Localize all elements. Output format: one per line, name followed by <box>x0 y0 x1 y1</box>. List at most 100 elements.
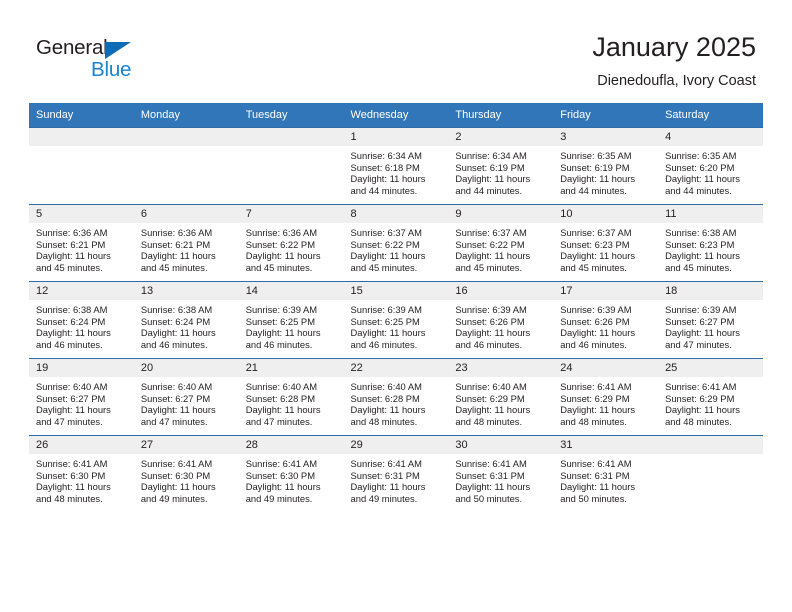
calendar-day-cell[interactable]: 6 Sunrise: 6:36 AM Sunset: 6:21 PM Daylight… <box>133 204 239 282</box>
calendar-day-cell[interactable]: 23 Sunrise: 6:40 AM Sunset: 6:29 PM Dayligh… <box>448 358 554 436</box>
day-cell-content: 20 Sunrise: 6:40 AM Sunset: 6:27 PM Dayligh… <box>133 359 239 435</box>
calendar-day-cell[interactable]: 26 Sunrise: 6:41 AM Sunset: 6:30 PM Dayligh… <box>29 435 134 512</box>
day-cell-content: 18 Sunrise: 6:39 AM Sunset: 6:27 PM Dayligh… <box>658 282 763 358</box>
calendar-day-cell <box>133 127 239 205</box>
calendar-day-cell[interactable]: 11 Sunrise: 6:38 AM Sunset: 6:23 PM Dayligh… <box>658 204 763 282</box>
calendar-day-cell <box>29 127 134 205</box>
daylight-duration-line2: and 46 minutes. <box>560 338 627 350</box>
calendar-day-cell[interactable]: 20 Sunrise: 6:40 AM Sunset: 6:27 PM Dayligh… <box>133 358 239 436</box>
calendar-day-cell[interactable]: 22 Sunrise: 6:40 AM Sunset: 6:28 PM Dayligh… <box>343 358 449 436</box>
sunrise-time: Sunrise: 6:41 AM <box>350 458 422 469</box>
daylight-duration-line2: and 44 minutes. <box>455 184 523 196</box>
daylight-duration-line2: and 48 minutes. <box>36 492 103 504</box>
day-cell-content: 12 Sunrise: 6:38 AM Sunset: 6:24 PM Dayligh… <box>29 282 134 358</box>
calendar-day-cell[interactable]: 18 Sunrise: 6:39 AM Sunset: 6:27 PM Dayligh… <box>658 281 763 359</box>
daylight-duration-line1: Daylight: 11 hours <box>350 327 426 339</box>
calendar-day-cell[interactable]: 3 Sunrise: 6:35 AM Sunset: 6:19 PM Daylight… <box>553 127 659 205</box>
sunrise-time: Sunrise: 6:36 AM <box>245 227 318 238</box>
calendar-day-cell[interactable]: 24 Sunrise: 6:41 AM Sunset: 6:29 PM Dayligh… <box>553 358 659 436</box>
daylight-duration-line1: Daylight: 11 hours <box>36 481 111 493</box>
day-sun-info: Sunrise: 6:41 AM Sunset: 6:30 PM Daylight:… <box>134 454 239 504</box>
daylight-duration-line1: Daylight: 11 hours <box>350 173 426 185</box>
sunset-time: Sunset: 6:23 PM <box>560 238 630 250</box>
day-number: 9 <box>448 205 554 223</box>
sunset-time: Sunset: 6:18 PM <box>350 161 420 173</box>
daylight-duration-line2: and 46 minutes. <box>140 338 208 350</box>
sunrise-time: Sunrise: 6:34 AM <box>455 150 527 161</box>
day-number: 26 <box>29 436 134 454</box>
calendar-day-cell[interactable]: 10 Sunrise: 6:37 AM Sunset: 6:23 PM Dayligh… <box>553 204 659 282</box>
daylight-duration-line1: Daylight: 11 hours <box>350 404 426 416</box>
calendar-day-cell[interactable]: 13 Sunrise: 6:38 AM Sunset: 6:24 PM Dayligh… <box>133 281 239 359</box>
sunrise-time: Sunrise: 6:39 AM <box>350 304 422 315</box>
daylight-duration-line2: and 45 minutes. <box>560 261 627 273</box>
calendar-day-cell[interactable]: 7 Sunrise: 6:36 AM Sunset: 6:22 PM Daylight… <box>238 204 344 282</box>
calendar-week-row: 5 Sunrise: 6:36 AM Sunset: 6:21 PM Daylight… <box>29 204 763 282</box>
calendar-day-cell[interactable]: 29 Sunrise: 6:41 AM Sunset: 6:31 PM Dayligh… <box>343 435 449 512</box>
day-sun-info: Sunrise: 6:37 AM Sunset: 6:23 PM Daylight:… <box>553 223 658 273</box>
sunrise-time: Sunrise: 6:41 AM <box>36 458 108 469</box>
calendar-day-cell[interactable]: 8 Sunrise: 6:37 AM Sunset: 6:22 PM Daylight… <box>343 204 449 282</box>
calendar-day-cell[interactable]: 30 Sunrise: 6:41 AM Sunset: 6:31 PM Dayligh… <box>448 435 554 512</box>
day-cell-content: 10 Sunrise: 6:37 AM Sunset: 6:23 PM Dayligh… <box>553 205 659 281</box>
daylight-duration-line2: and 47 minutes. <box>140 415 208 427</box>
day-sun-info: Sunrise: 6:36 AM Sunset: 6:22 PM Daylight:… <box>239 223 344 273</box>
day-sun-info: Sunrise: 6:36 AM Sunset: 6:21 PM Daylight:… <box>29 223 134 273</box>
calendar-day-cell[interactable]: 9 Sunrise: 6:37 AM Sunset: 6:22 PM Daylight… <box>448 204 554 282</box>
day-number: 29 <box>343 436 449 454</box>
day-cell-content: 6 Sunrise: 6:36 AM Sunset: 6:21 PM Daylight… <box>133 205 239 281</box>
daylight-duration-line2: and 46 minutes. <box>245 338 313 350</box>
day-cell-content: 25 Sunrise: 6:41 AM Sunset: 6:29 PM Dayligh… <box>658 359 763 435</box>
calendar-day-cell[interactable]: 17 Sunrise: 6:39 AM Sunset: 6:26 PM Dayligh… <box>553 281 659 359</box>
sunset-time: Sunset: 6:31 PM <box>350 469 420 481</box>
day-number: 27 <box>133 436 239 454</box>
calendar-day-cell[interactable]: 31 Sunrise: 6:41 AM Sunset: 6:31 PM Dayligh… <box>553 435 659 512</box>
daylight-duration-line1: Daylight: 11 hours <box>350 481 426 493</box>
calendar-day-cell[interactable]: 28 Sunrise: 6:41 AM Sunset: 6:30 PM Dayligh… <box>238 435 344 512</box>
title-block: January 2025 Dienedoufla, Ivory Coast <box>592 30 756 92</box>
day-cell-content: 22 Sunrise: 6:40 AM Sunset: 6:28 PM Dayligh… <box>343 359 449 435</box>
day-number: 19 <box>29 359 134 377</box>
sunrise-time: Sunrise: 6:35 AM <box>665 150 737 161</box>
calendar-day-cell[interactable]: 2 Sunrise: 6:34 AM Sunset: 6:19 PM Daylight… <box>448 127 554 205</box>
calendar-week-row: 19 Sunrise: 6:40 AM Sunset: 6:27 PM Dayligh… <box>29 358 763 436</box>
calendar-day-cell[interactable]: 12 Sunrise: 6:38 AM Sunset: 6:24 PM Dayligh… <box>29 281 134 359</box>
calendar-day-cell[interactable]: 27 Sunrise: 6:41 AM Sunset: 6:30 PM Dayligh… <box>133 435 239 512</box>
daylight-duration-line1: Daylight: 11 hours <box>36 327 111 339</box>
calendar-day-cell[interactable]: 15 Sunrise: 6:39 AM Sunset: 6:25 PM Dayligh… <box>343 281 449 359</box>
calendar-day-cell[interactable]: 5 Sunrise: 6:36 AM Sunset: 6:21 PM Daylight… <box>29 204 134 282</box>
calendar-day-cell[interactable]: 21 Sunrise: 6:40 AM Sunset: 6:28 PM Dayligh… <box>238 358 344 436</box>
day-cell-content: 17 Sunrise: 6:39 AM Sunset: 6:26 PM Dayligh… <box>553 282 659 358</box>
calendar-day-cell <box>238 127 344 205</box>
sunrise-time: Sunrise: 6:39 AM <box>455 304 527 315</box>
day-number: 18 <box>658 282 763 300</box>
calendar-day-cell[interactable]: 14 Sunrise: 6:39 AM Sunset: 6:25 PM Dayligh… <box>238 281 344 359</box>
sunrise-time: Sunrise: 6:34 AM <box>350 150 422 161</box>
sunrise-time: Sunrise: 6:40 AM <box>36 381 108 392</box>
daylight-duration-line1: Daylight: 11 hours <box>140 327 216 339</box>
day-cell-content: 13 Sunrise: 6:38 AM Sunset: 6:24 PM Dayligh… <box>133 282 239 358</box>
sunrise-time: Sunrise: 6:36 AM <box>140 227 213 238</box>
calendar-day-cell[interactable]: 4 Sunrise: 6:35 AM Sunset: 6:20 PM Daylight… <box>658 127 763 205</box>
day-sun-info: Sunrise: 6:34 AM Sunset: 6:19 PM Daylight:… <box>448 146 553 196</box>
day-sun-info: Sunrise: 6:41 AM Sunset: 6:31 PM Daylight:… <box>448 454 553 504</box>
calendar-day-cell[interactable]: 1 Sunrise: 6:34 AM Sunset: 6:18 PM Daylight… <box>343 127 449 205</box>
day-number: 13 <box>133 282 239 300</box>
day-number: 6 <box>133 205 239 223</box>
logo-text-general: General <box>36 36 108 59</box>
sunset-time: Sunset: 6:27 PM <box>140 392 211 404</box>
sunset-time: Sunset: 6:25 PM <box>245 315 315 327</box>
calendar-day-cell[interactable]: 25 Sunrise: 6:41 AM Sunset: 6:29 PM Dayligh… <box>658 358 763 436</box>
day-sun-info: Sunrise: 6:40 AM Sunset: 6:29 PM Daylight:… <box>448 377 553 427</box>
sunset-time: Sunset: 6:26 PM <box>560 315 630 327</box>
day-cell-content: 4 Sunrise: 6:35 AM Sunset: 6:20 PM Daylight… <box>658 128 763 204</box>
day-cell-content: 14 Sunrise: 6:39 AM Sunset: 6:25 PM Dayligh… <box>238 282 344 358</box>
calendar-day-cell[interactable]: 19 Sunrise: 6:40 AM Sunset: 6:27 PM Dayligh… <box>29 358 134 436</box>
page-subtitle: Dienedoufla, Ivory Coast <box>597 73 756 89</box>
calendar-day-cell[interactable]: 16 Sunrise: 6:39 AM Sunset: 6:26 PM Dayligh… <box>448 281 554 359</box>
sunset-time: Sunset: 6:20 PM <box>665 161 735 173</box>
sunrise-time: Sunrise: 6:38 AM <box>665 227 737 238</box>
sunrise-time: Sunrise: 6:35 AM <box>560 150 632 161</box>
day-sun-info: Sunrise: 6:40 AM Sunset: 6:28 PM Daylight:… <box>239 377 344 427</box>
sunset-time: Sunset: 6:26 PM <box>455 315 525 327</box>
